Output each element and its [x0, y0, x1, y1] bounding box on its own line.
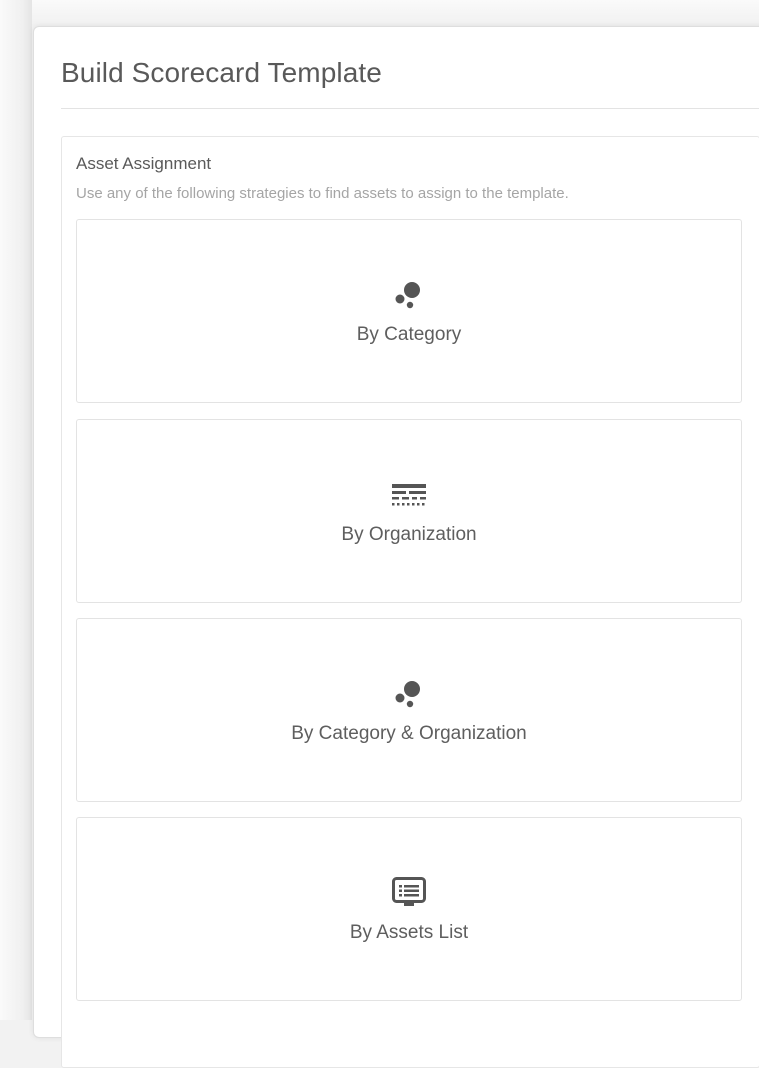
- list-monitor-icon: [392, 877, 426, 906]
- org-structure-icon: [392, 484, 426, 506]
- by-category-option[interactable]: By Category: [76, 219, 742, 403]
- asset-assignment-section: Asset Assignment Use any of the followin…: [61, 136, 759, 1068]
- bubbles-icon: [395, 681, 420, 708]
- by-assets-list-option[interactable]: By Assets List: [76, 817, 742, 1001]
- by-category-label: By Category: [356, 324, 462, 345]
- by-organization-label: By Organization: [341, 524, 477, 545]
- page-title: Build Scorecard Template: [61, 57, 382, 88]
- section-title: Asset Assignment: [76, 154, 212, 173]
- page-background-left: [0, 0, 32, 1020]
- by-category-organization-label: By Category & Organization: [291, 723, 527, 744]
- by-organization-option[interactable]: By Organization: [76, 419, 742, 603]
- by-assets-list-label: By Assets List: [349, 922, 469, 943]
- title-divider: [61, 108, 759, 109]
- build-scorecard-panel: Build Scorecard Template Asset Assignmen…: [33, 26, 759, 1068]
- by-category-organization-option[interactable]: By Category & Organization: [76, 618, 742, 802]
- page-background-top: [0, 0, 759, 26]
- section-subtitle: Use any of the following strategies to f…: [76, 185, 569, 202]
- bubbles-icon: [395, 282, 420, 309]
